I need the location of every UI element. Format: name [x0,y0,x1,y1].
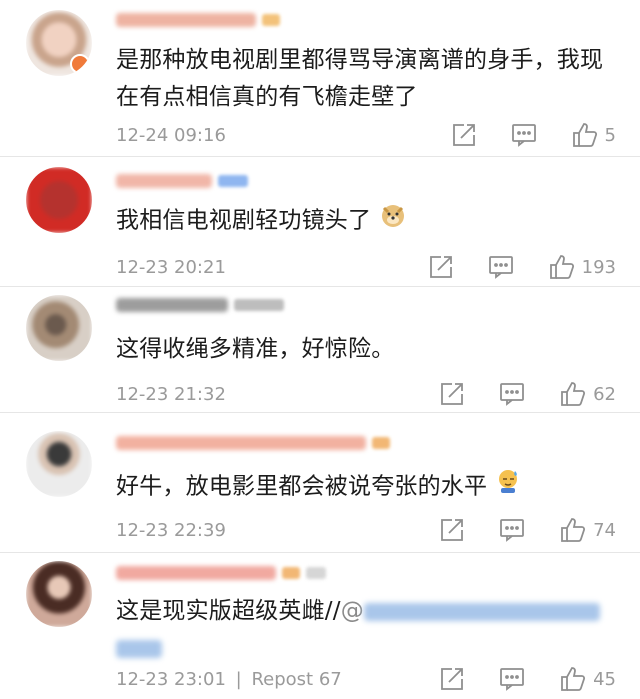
avatar[interactable] [26,431,92,497]
comment-icon[interactable] [499,517,525,543]
comment-item: 是那种放电视剧里都得骂导演离谱的身手，我现在有点相信真的有飞檐走壁了 12-24… [0,0,640,157]
username[interactable] [116,563,326,583]
doge-emoji-icon [379,201,407,241]
like-count: 62 [593,383,616,405]
like-button[interactable]: 5 [571,121,616,149]
comment-text: 是那种放电视剧里都得骂导演离谱的身手，我现在有点相信真的有飞檐走壁了 [116,47,604,110]
sweat-emoji-icon [495,467,523,507]
comment-icon[interactable] [488,254,514,280]
thumbs-up-icon [571,121,599,149]
comment-item: 好牛，放电影里都会被说夸张的水平 12-23 22:39 74 [0,413,640,553]
like-count: 74 [593,519,616,541]
username[interactable] [116,295,284,315]
like-count: 5 [604,124,616,146]
username[interactable] [116,10,280,30]
mention-prefix: @ [340,598,364,624]
comment-item: 这得收绳多精准，好惊险。 12-23 21:32 62 [0,287,640,413]
comment-icon[interactable] [499,381,525,407]
comment-icon[interactable] [511,122,537,148]
comment-time: 12-23 23:01 [116,669,226,690]
comment-item: 这是现实版超级英雌//@ 12-23 23:01 | Repost 67 45 [0,553,640,699]
comment-text-content: 好牛，放电影里都会被说夸张的水平 [116,473,488,500]
comment-text: 这是现实版超级英雌//@ [116,593,620,667]
comment-text-content: 我相信电视剧轻功镜头了 [116,207,372,234]
avatar[interactable] [26,10,92,76]
comment-meta: 12-23 23:01 | Repost 67 [116,669,342,690]
comment-icon[interactable] [499,666,525,692]
mention-link[interactable]: @ [341,598,600,624]
comment-text-content: 这是现实版超级英雌// [116,598,341,624]
meta-separator: | [235,669,242,690]
comment-time: 12-23 21:32 [116,384,226,405]
thumbs-up-icon [548,253,576,281]
thumbs-up-icon [559,380,587,408]
share-icon[interactable] [439,381,465,407]
like-count: 45 [593,668,616,690]
comment-text: 好牛，放电影里都会被说夸张的水平 [116,467,620,507]
avatar[interactable] [26,561,92,627]
repost-count[interactable]: Repost 67 [251,669,341,690]
like-button[interactable]: 45 [559,665,616,693]
comment-time: 12-23 20:21 [116,257,226,278]
thumbs-up-icon [559,665,587,693]
mention-continuation [116,639,162,658]
like-count: 193 [581,256,616,278]
like-button[interactable]: 62 [559,380,616,408]
like-button[interactable]: 74 [559,516,616,544]
thumbs-up-icon [559,516,587,544]
like-button[interactable]: 193 [548,253,616,281]
share-icon[interactable] [439,517,465,543]
share-icon[interactable] [439,666,465,692]
avatar[interactable] [26,295,92,361]
avatar[interactable] [26,167,92,233]
username[interactable] [116,433,390,453]
comment-time: 12-23 22:39 [116,520,226,541]
comment-time: 12-24 09:16 [116,125,226,146]
share-icon[interactable] [451,122,477,148]
comment-text: 这得收绳多精准，好惊险。 [116,336,395,362]
username[interactable] [116,171,248,191]
comment-item: 我相信电视剧轻功镜头了 12-23 20:21 193 [0,157,640,287]
share-icon[interactable] [428,254,454,280]
comment-text: 我相信电视剧轻功镜头了 [116,201,620,241]
